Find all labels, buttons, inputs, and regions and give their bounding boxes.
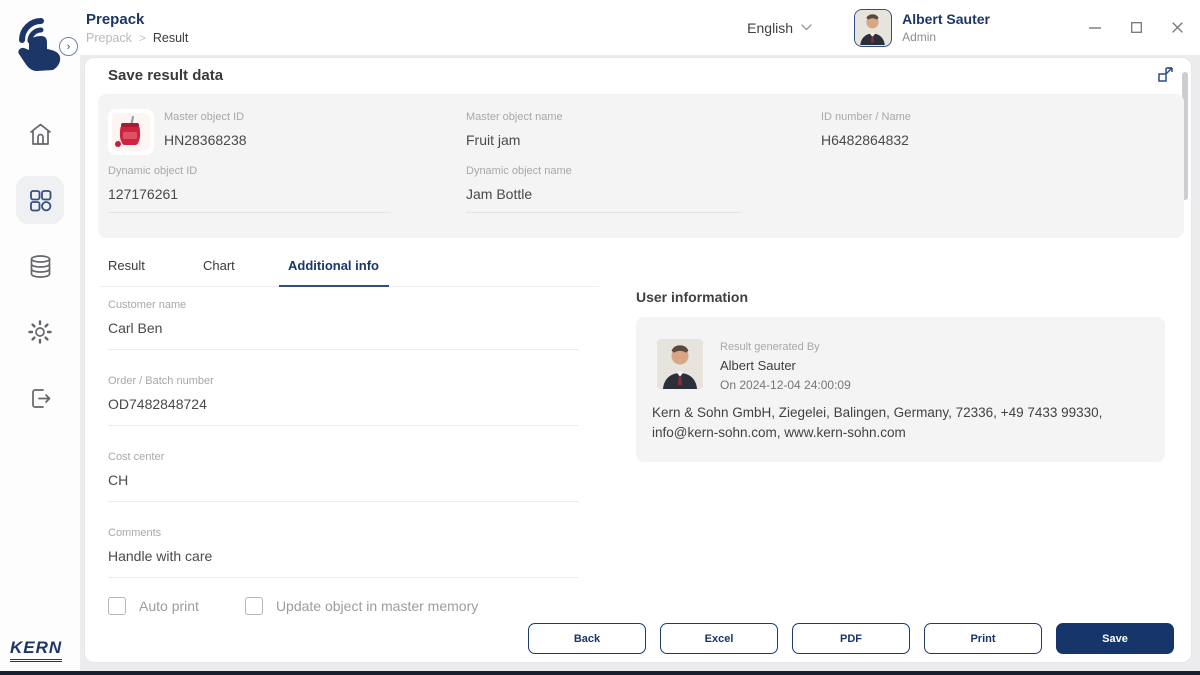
kern-logo: KERN (10, 638, 63, 662)
comments-field[interactable]: Comments Handle with care (108, 527, 578, 578)
update-object-checkbox[interactable] (244, 597, 263, 615)
field-master-object-name: Master object name Fruit jam (466, 111, 563, 148)
main-panel: Save result data Master object ID HN2836… (84, 57, 1192, 663)
field-value: Carl Ben (108, 320, 163, 336)
field-label: Order / Batch number (108, 375, 214, 387)
tab-chart[interactable]: Chart (194, 254, 279, 287)
generated-by-name: Albert Sauter (720, 358, 796, 373)
window-controls (1088, 21, 1184, 35)
breadcrumb-current: Result (152, 30, 189, 45)
sidebar-item-settings[interactable] (16, 308, 64, 356)
sidebar-item-apps[interactable] (16, 176, 64, 224)
field-master-object-id: Master object ID HN28368238 (164, 111, 247, 148)
expand-button[interactable] (1156, 63, 1178, 85)
minimize-icon (1089, 26, 1101, 29)
user-information-title: User information (636, 289, 749, 305)
field-dynamic-object-name: Dynamic object name Jam Bottle (466, 165, 741, 213)
sidebar-expand-button[interactable]: › (59, 37, 78, 56)
field-value: H6482864832 (821, 132, 909, 148)
object-thumbnail (108, 109, 154, 155)
update-object-option[interactable]: Update object in master memory (244, 597, 479, 615)
page-header-title: Prepack (86, 10, 145, 28)
sidebar-nav (0, 110, 80, 422)
language-selected-label: English (747, 19, 794, 36)
print-options: Auto print Update object in master memor… (108, 597, 478, 615)
language-selector[interactable]: English (747, 20, 812, 36)
field-value: 127176261 (108, 186, 179, 202)
save-button[interactable]: Save (1056, 623, 1174, 654)
apps-grid-icon (27, 187, 54, 214)
field-label: Comments (108, 527, 162, 539)
topbar: Prepack Prepack > Result English Albert … (80, 0, 1200, 55)
user-information-panel: Result generated By Albert Sauter On 202… (636, 317, 1165, 462)
field-label: Customer name (108, 299, 187, 311)
settings-gear-icon (26, 318, 54, 346)
sidebar: KERN (0, 0, 80, 671)
checkbox-label: Update object in master memory (275, 598, 479, 614)
checkbox-label: Auto print (139, 598, 199, 614)
window-close-button[interactable] (1170, 21, 1184, 35)
database-icon (27, 253, 54, 280)
customer-name-field[interactable]: Customer name Carl Ben (108, 299, 578, 350)
excel-button[interactable]: Excel (660, 623, 778, 654)
auto-print-option[interactable]: Auto print (108, 597, 199, 615)
generated-by-avatar (657, 339, 703, 389)
field-value: Fruit jam (466, 132, 521, 148)
object-summary-card: Master object ID HN28368238 Master objec… (98, 94, 1184, 238)
logout-icon (27, 385, 54, 412)
window-bottom-edge (0, 671, 1200, 675)
field-label: Master object name (466, 111, 563, 123)
chevron-right-icon: › (66, 40, 71, 53)
field-label: Cost center (108, 451, 165, 463)
sidebar-item-home[interactable] (16, 110, 64, 158)
field-value: CH (108, 472, 129, 488)
field-value: OD7482848724 (108, 396, 207, 412)
sidebar-item-logout[interactable] (16, 374, 64, 422)
window-minimize-button[interactable] (1088, 21, 1102, 35)
fullscreen-icon (1156, 64, 1178, 84)
field-value: Handle with care (108, 548, 213, 564)
cost-center-field[interactable]: Cost center CH (108, 451, 578, 502)
user-role: Admin (902, 30, 937, 44)
sidebar-item-database[interactable] (16, 242, 64, 290)
print-button[interactable]: Print (924, 623, 1042, 654)
chevron-down-icon (801, 24, 812, 31)
field-label: Dynamic object name (466, 165, 572, 177)
avatar (854, 8, 893, 47)
home-icon (27, 121, 54, 148)
company-contact-line: Kern & Sohn GmbH, Ziegelei, Balingen, Ge… (652, 405, 1103, 441)
user-information-section: User information Result generated By Alb… (636, 289, 1165, 462)
app-window: KERN › Prepack Prepack > Result English (0, 0, 1200, 675)
user-name: Albert Sauter (902, 11, 990, 27)
breadcrumb-separator: > (138, 30, 146, 45)
generated-on-timestamp: On 2024-12-04 24:00:09 (720, 378, 851, 392)
back-button[interactable]: Back (528, 623, 646, 654)
page-title: Save result data (108, 67, 224, 84)
order-batch-number-field[interactable]: Order / Batch number OD7482848724 (108, 375, 578, 426)
generated-by-label: Result generated By (720, 341, 820, 353)
action-button-row: Back Excel PDF Print Save (528, 623, 1174, 654)
tab-result[interactable]: Result (99, 254, 194, 287)
tab-additional-info[interactable]: Additional info (279, 254, 389, 287)
close-icon (1171, 22, 1183, 33)
user-profile-chip[interactable]: Albert Sauter Admin (854, 8, 990, 47)
window-maximize-button[interactable] (1129, 21, 1143, 35)
field-label: Dynamic object ID (108, 165, 198, 177)
field-id-number-name: ID number / Name H6482864832 (821, 111, 911, 148)
tab-bar: Result Chart Additional info (99, 254, 599, 287)
maximize-icon (1130, 22, 1142, 33)
auto-print-checkbox[interactable] (108, 597, 126, 615)
field-value: HN28368238 (164, 132, 247, 148)
field-value: Jam Bottle (466, 186, 533, 202)
additional-info-form: Customer name Carl Ben Order / Batch num… (108, 299, 578, 603)
content-background: Save result data Master object ID HN2836… (80, 55, 1200, 671)
breadcrumb-parent[interactable]: Prepack (86, 31, 132, 45)
field-label: ID number / Name (821, 111, 911, 123)
breadcrumb: Prepack > Result (86, 31, 188, 45)
jam-jar-image (112, 113, 150, 151)
field-label: Master object ID (164, 111, 245, 123)
field-dynamic-object-id: Dynamic object ID 127176261 (108, 165, 391, 213)
pdf-button[interactable]: PDF (792, 623, 910, 654)
